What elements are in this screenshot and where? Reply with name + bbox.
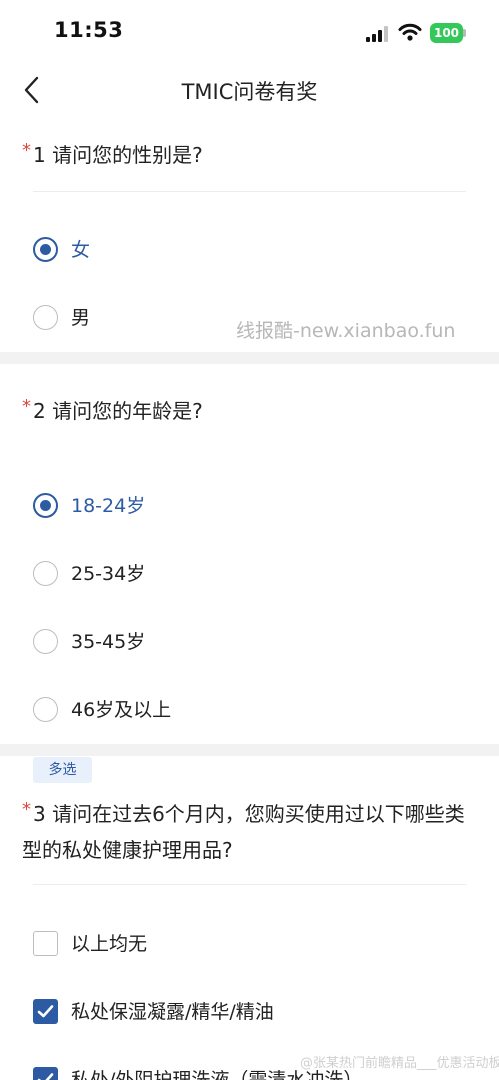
divider xyxy=(33,884,466,885)
radio-unchecked-icon xyxy=(33,561,58,586)
option-label: 25-34岁 xyxy=(71,563,146,585)
nav-bar: TMIC问卷有奖 xyxy=(0,64,499,116)
radio-unchecked-icon xyxy=(33,305,58,330)
battery-icon: 100 xyxy=(430,23,466,43)
radio-option[interactable]: 女 xyxy=(33,230,463,270)
required-mark: * xyxy=(22,799,31,820)
option-label: 女 xyxy=(71,239,91,261)
question-text: 1 请问您的性别是? xyxy=(33,143,203,167)
radio-checked-icon xyxy=(33,493,58,518)
radio-unchecked-icon xyxy=(33,629,58,654)
option-label: 35-45岁 xyxy=(71,631,146,653)
status-bar: 11:53 100 xyxy=(0,0,499,64)
status-time: 11:53 xyxy=(54,18,124,42)
question-title: * 1 请问您的性别是? xyxy=(22,133,472,173)
section-gap xyxy=(0,352,499,364)
section-gap xyxy=(0,744,499,756)
radio-option[interactable]: 18-24岁 xyxy=(33,486,463,526)
option-label: 私处保湿凝露/精华/精油 xyxy=(71,1001,274,1023)
cellular-signal-icon xyxy=(366,26,388,42)
radio-option[interactable]: 25-34岁 xyxy=(33,554,463,594)
radio-checked-icon xyxy=(33,237,58,262)
radio-unchecked-icon xyxy=(33,697,58,722)
question-title: * 3 请问在过去6个月内，您购买使用过以下哪些类型的私处健康护理用品? xyxy=(22,792,472,868)
option-label: 男 xyxy=(71,307,91,329)
page-title: TMIC问卷有奖 xyxy=(181,80,318,104)
required-mark: * xyxy=(22,396,31,417)
required-mark: * xyxy=(22,140,31,161)
multi-select-tag: 多选 xyxy=(33,757,92,783)
radio-option[interactable]: 35-45岁 xyxy=(33,622,463,662)
question-text: 2 请问您的年龄是? xyxy=(33,399,203,423)
checkbox-option[interactable]: 私处保湿凝露/精华/精油 xyxy=(33,992,463,1032)
question-2: * 2 请问您的年龄是? 18-24岁 25-34岁 35-45岁 46岁及以上 xyxy=(0,364,499,744)
radio-option[interactable]: 46岁及以上 xyxy=(33,690,463,730)
bottom-watermark: @张某热门前瞻精品___优惠活动板 xyxy=(300,1056,499,1071)
question-3: * 3 请问在过去6个月内，您购买使用过以下哪些类型的私处健康护理用品? 以上均无… xyxy=(0,786,499,1080)
checkbox-checked-icon xyxy=(33,999,58,1024)
option-label: 46岁及以上 xyxy=(71,699,172,721)
checkbox-option[interactable]: 以上均无 xyxy=(33,924,463,964)
checkbox-unchecked-icon xyxy=(33,931,58,956)
divider xyxy=(33,191,466,192)
checkbox-checked-icon xyxy=(33,1067,58,1080)
option-label: 18-24岁 xyxy=(71,495,146,517)
question-title: * 2 请问您的年龄是? xyxy=(22,389,472,429)
question-text: 3 请问在过去6个月内，您购买使用过以下哪些类型的私处健康护理用品? xyxy=(22,802,465,862)
watermark: 线报酷-new.xianbao.fun xyxy=(236,320,456,342)
wifi-icon xyxy=(398,23,422,41)
battery-level: 100 xyxy=(433,26,460,40)
option-label: 以上均无 xyxy=(71,933,148,955)
